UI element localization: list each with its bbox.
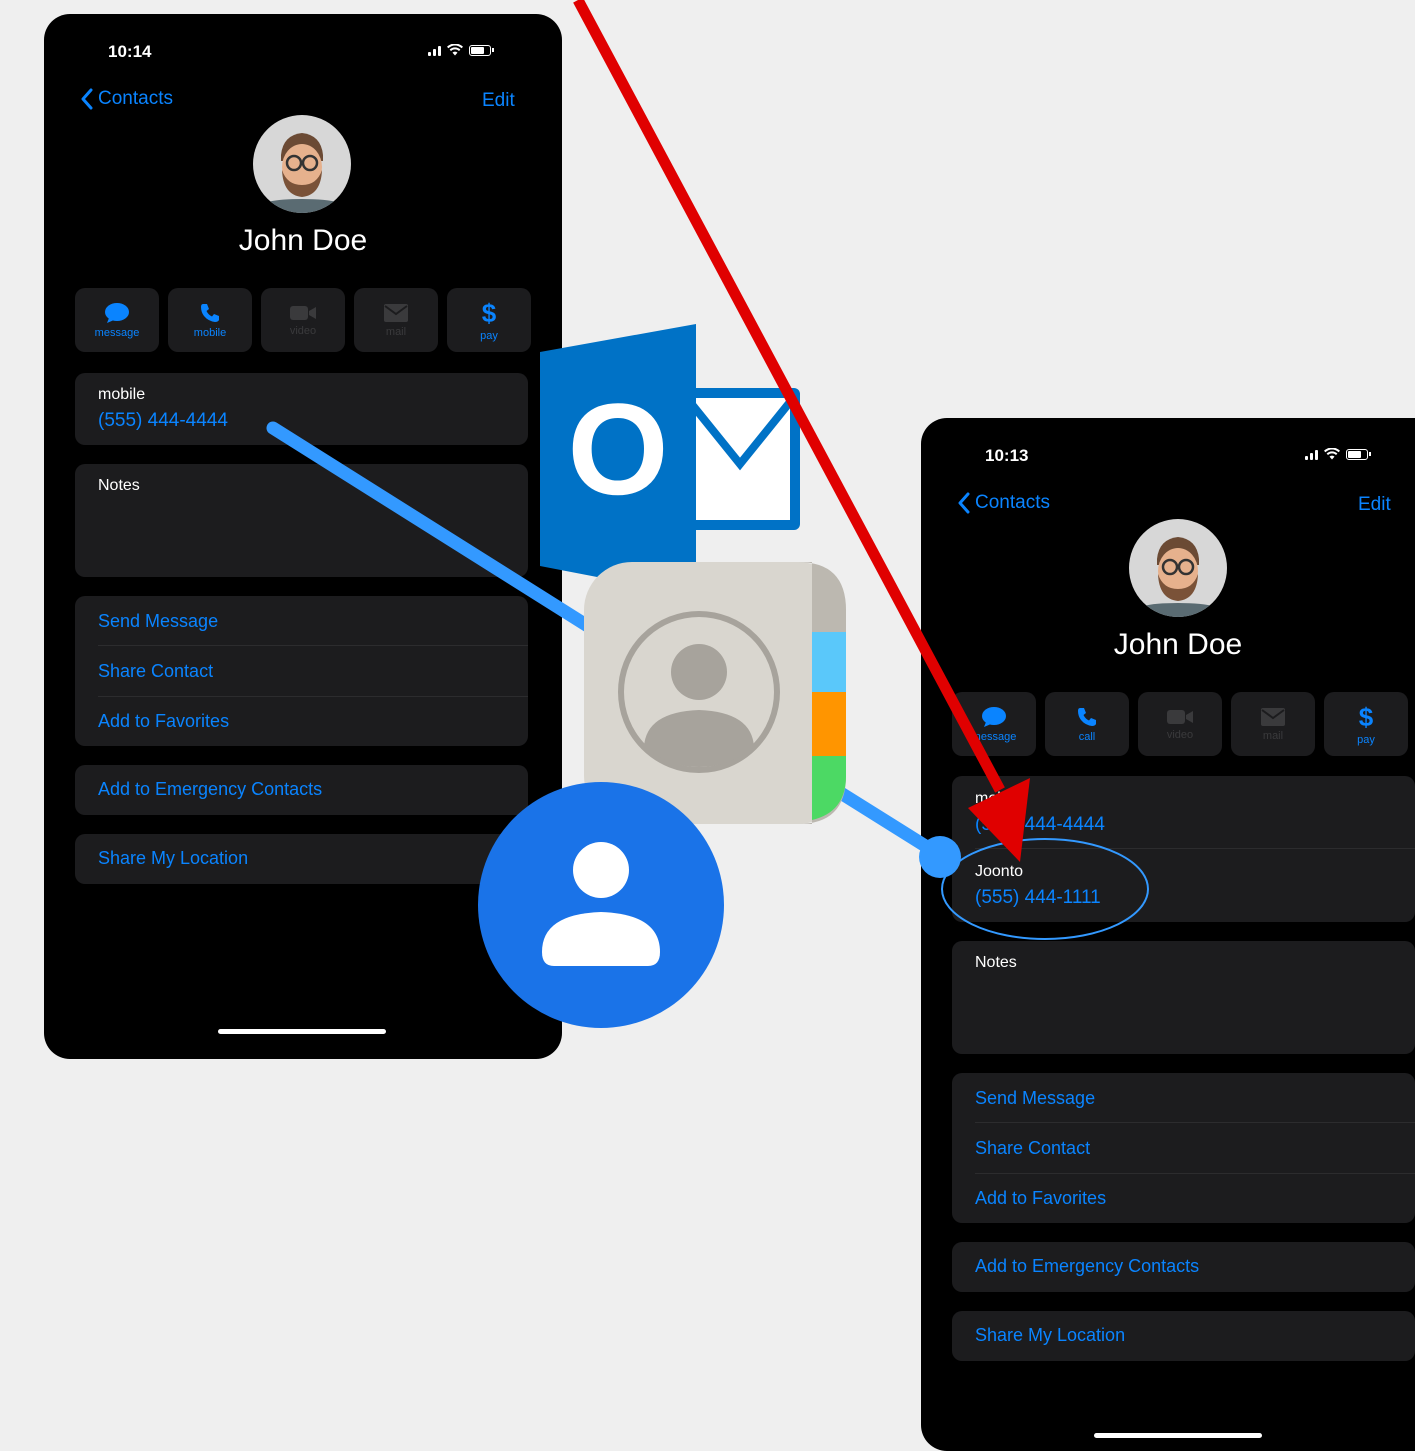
- red-arrow-head: [968, 778, 1030, 862]
- annotation-layer: [573, 0, 1149, 940]
- red-arrow-shaft: [573, 0, 1005, 793]
- highlight-ellipse: [941, 838, 1149, 940]
